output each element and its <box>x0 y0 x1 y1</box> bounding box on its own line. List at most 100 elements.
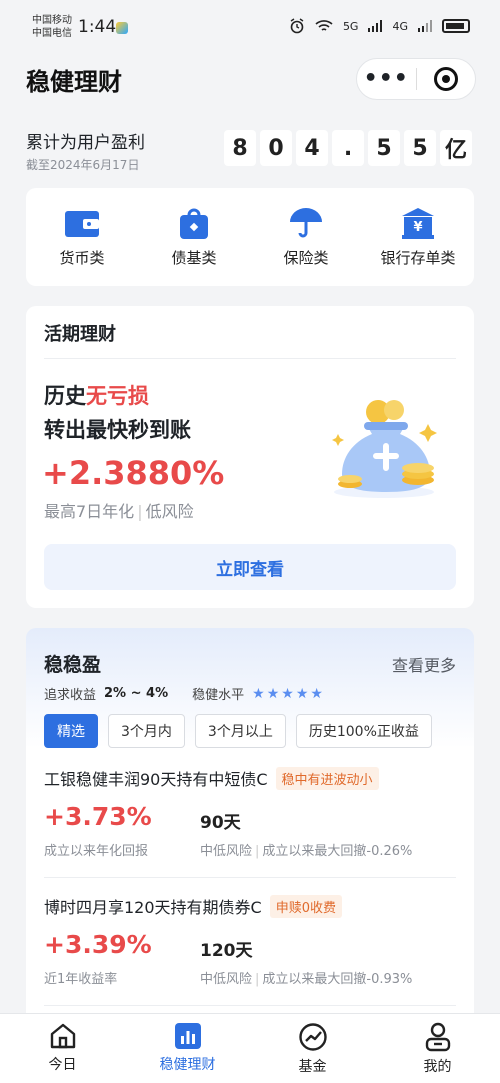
product-risk-info: 中低风险 | 成立以来最大回撤-0.26% <box>200 840 412 859</box>
product-tag: 稳中有进波动小 <box>275 766 379 790</box>
category-insurance[interactable]: 保险类 <box>256 207 356 268</box>
signal-icon <box>418 20 432 32</box>
user-icon <box>425 1022 450 1052</box>
svg-text:¥: ¥ <box>413 220 422 235</box>
steady-card: 稳稳盈 查看更多 追求收益 2% ~ 4% 稳健水平 ★ ★ ★ ★ ★ 精选 … <box>26 628 474 1028</box>
product-rate-label: 近1年收益率 <box>44 972 118 987</box>
product-item[interactable]: 工银稳健丰润90天持有中短债C 稳中有进波动小 +3.73% 成立以来年化回报 … <box>44 766 456 884</box>
product-tag: 申赎0收费 <box>269 894 342 918</box>
clock: 1:44 <box>78 17 117 37</box>
battery-icon <box>442 19 470 33</box>
steady-title: 稳稳盈 <box>44 654 102 676</box>
category-label: 保险类 <box>283 248 329 267</box>
tab-steady-wealth[interactable]: 稳健理财 <box>125 1014 250 1083</box>
max-drawdown: 成立以来最大回撤-0.93% <box>262 972 413 987</box>
star-icon: ★ <box>266 685 280 702</box>
more-dots-icon[interactable]: ••• <box>357 68 416 90</box>
star-icon: ★ <box>281 685 294 702</box>
goal-value: 2% ~ 4% <box>104 686 169 701</box>
max-drawdown: 成立以来最大回撤-0.26% <box>262 844 413 859</box>
bag-icon <box>176 207 212 239</box>
counter-digit: 0 <box>260 130 292 166</box>
divider <box>44 877 456 878</box>
network-5g: 5G <box>342 19 359 33</box>
current-headline: 历史无亏损 <box>44 380 149 410</box>
filter-chip-positive-return[interactable]: 历史100%正收益 <box>295 714 432 748</box>
view-more-link[interactable]: 查看更多 <box>392 652 456 676</box>
money-bag-illustration <box>328 394 440 502</box>
current-title: 活期理财 <box>44 324 116 345</box>
separator: | <box>137 502 143 521</box>
bottom-tab-bar: 今日 稳健理财 基金 我的 <box>0 1013 500 1083</box>
star-icon: ★ <box>310 685 323 702</box>
steady-goal: 追求收益 2% ~ 4% 稳健水平 ★ ★ ★ ★ ★ <box>44 684 323 703</box>
product-name: 博时四月享120天持有期债券C <box>44 898 262 917</box>
category-currency[interactable]: 货币类 <box>32 207 132 268</box>
star-icon: ★ <box>295 685 309 702</box>
tab-today[interactable]: 今日 <box>0 1014 125 1083</box>
tab-label: 基金 <box>298 1059 327 1075</box>
header: 稳健理财 ••• <box>0 52 500 112</box>
profit-counter: 8 0 4 . 5 5 亿 <box>224 130 472 166</box>
goal-label: 追求收益 <box>44 688 97 703</box>
category-card: 货币类 债基类 保险类 ¥ 银行存单类 <box>26 188 474 286</box>
product-rate: +3.39% <box>44 930 152 959</box>
product-item[interactable]: 博时四月享120天持有期债券C 申赎0收费 +3.39% 近1年收益率 120天… <box>44 894 456 1012</box>
trend-icon <box>298 1023 327 1051</box>
status-bar: 中国移动 中国电信 1:44 5G 4G <box>0 0 500 52</box>
separator: | <box>255 844 260 859</box>
counter-digit: 8 <box>224 130 256 166</box>
filter-chip-within-3-months[interactable]: 3个月内 <box>108 714 185 748</box>
signal-icon <box>368 20 383 32</box>
bar-chart-icon <box>174 1023 201 1049</box>
current-wealth-card: 活期理财 历史无亏损 转出最快秒到账 +2.3880% 最高7日年化 | 低风险 立… <box>26 306 474 608</box>
page-title: 稳健理财 <box>26 68 122 96</box>
app-notification-icon <box>116 22 128 34</box>
counter-digit: . <box>332 130 364 166</box>
view-now-button[interactable]: 立即查看 <box>44 544 456 590</box>
tab-label: 稳健理财 <box>159 1057 216 1073</box>
star-icon: ★ <box>252 685 265 702</box>
home-icon <box>50 1023 75 1049</box>
current-rate: +2.3880% <box>42 454 225 492</box>
tab-label: 我的 <box>423 1059 452 1075</box>
category-bond[interactable]: 债基类 <box>144 207 244 268</box>
tab-fund[interactable]: 基金 <box>250 1014 375 1083</box>
filter-chips: 精选 3个月内 3个月以上 历史100%正收益 <box>44 714 432 748</box>
carrier-2: 中国电信 <box>32 28 72 39</box>
divider <box>44 1005 456 1006</box>
counter-unit: 亿 <box>440 130 472 166</box>
headline-highlight: 无亏损 <box>86 384 149 408</box>
current-rate-info: 最高7日年化 | 低风险 <box>44 498 194 522</box>
product-term: 90天 <box>200 813 241 833</box>
category-bank-deposit[interactable]: ¥ 银行存单类 <box>368 207 468 268</box>
product-rate: +3.73% <box>44 802 152 831</box>
wallet-icon <box>64 207 100 239</box>
network-4g: 4G <box>392 19 408 33</box>
rating-stars: ★ ★ ★ ★ ★ <box>252 687 323 701</box>
product-name: 工银稳健丰润90天持有中短债C <box>44 770 268 789</box>
close-target-button[interactable] <box>416 67 475 91</box>
divider <box>44 358 456 359</box>
level-label: 稳健水平 <box>192 688 245 703</box>
counter-digit: 5 <box>368 130 400 166</box>
current-subheadline: 转出最快秒到账 <box>44 418 191 442</box>
tab-mine[interactable]: 我的 <box>375 1014 500 1083</box>
filter-chip-featured[interactable]: 精选 <box>44 714 98 748</box>
product-rate-label: 成立以来年化回报 <box>44 844 149 859</box>
separator: | <box>255 972 260 987</box>
risk-level: 中低风险 <box>200 844 253 859</box>
counter-digit: 4 <box>296 130 328 166</box>
tab-label: 今日 <box>48 1057 77 1073</box>
category-label: 债基类 <box>171 248 217 267</box>
category-label: 货币类 <box>59 248 105 267</box>
umbrella-icon <box>288 207 324 239</box>
headline-prefix: 历史 <box>44 384 86 408</box>
bank-icon: ¥ <box>400 207 436 239</box>
product-term: 120天 <box>200 941 253 961</box>
filter-chip-over-3-months[interactable]: 3个月以上 <box>194 714 286 748</box>
target-icon <box>433 67 458 91</box>
risk-label: 低风险 <box>145 502 194 521</box>
counter-digit: 5 <box>404 130 436 166</box>
carrier-info: 中国移动 中国电信 <box>32 14 72 40</box>
